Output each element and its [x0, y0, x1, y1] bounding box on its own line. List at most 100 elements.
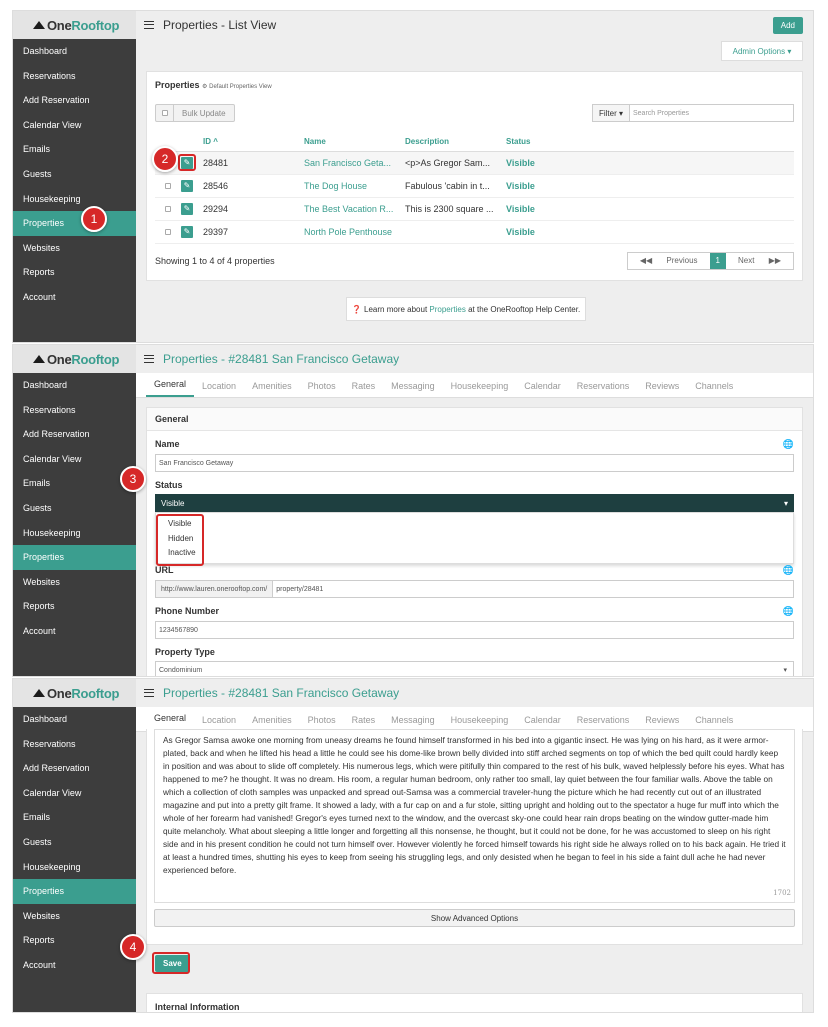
pencil-icon[interactable]: ✎: [181, 202, 193, 215]
property-id: 28481: [203, 151, 304, 175]
property-name-link[interactable]: San Francisco Geta...: [304, 151, 405, 175]
property-name-link[interactable]: The Dog House: [304, 174, 405, 198]
sidebar-item-emails[interactable]: Emails: [13, 137, 136, 162]
logo[interactable]: One Rooftop: [13, 679, 136, 707]
sidebar-item-emails[interactable]: Emails: [13, 805, 136, 830]
sidebar-item-websites[interactable]: Websites: [13, 570, 136, 595]
previous-page-button[interactable]: ◀◀ Previous: [628, 253, 710, 269]
sidebar-item-reservations[interactable]: Reservations: [13, 398, 136, 423]
phone-input[interactable]: 1234567890: [155, 621, 794, 639]
sidebar-item-add-reservation[interactable]: Add Reservation: [13, 88, 136, 113]
showing-count: Showing 1 to 4 of 4 properties: [155, 255, 275, 266]
status-option-visible[interactable]: Visible: [156, 517, 793, 532]
name-input[interactable]: San Francisco Getaway: [155, 454, 794, 472]
tab-general[interactable]: General: [146, 379, 195, 397]
table-row[interactable]: ✎ 28481 San Francisco Geta... <p>As Gregor …: [155, 151, 794, 175]
row-checkbox[interactable]: [165, 228, 171, 235]
tab-messaging[interactable]: Messaging: [383, 381, 443, 397]
select-all-checkbox[interactable]: [161, 110, 168, 116]
property-name-link[interactable]: North Pole Penthouse: [304, 220, 405, 244]
next-page-button[interactable]: Next ▶▶: [726, 253, 793, 269]
page-1-button[interactable]: 1: [709, 252, 726, 269]
tab-channels[interactable]: Channels: [687, 381, 741, 397]
column-header-id[interactable]: ID ^: [203, 133, 304, 152]
sidebar-item-calendar-view[interactable]: Calendar View: [13, 781, 136, 806]
tab-amenities[interactable]: Amenities: [244, 381, 300, 397]
description-textarea[interactable]: As Gregor Samsa awoke one morning from u…: [154, 729, 795, 903]
sidebar-item-reservations[interactable]: Reservations: [13, 732, 136, 757]
sidebar-item-housekeeping[interactable]: Housekeeping: [13, 855, 136, 880]
sidebar-item-properties[interactable]: Properties: [13, 879, 136, 904]
property-edit-screen: One Rooftop Dashboard Reservations Add Rese…: [12, 344, 814, 677]
property-name-link[interactable]: The Best Vacation R...: [304, 197, 405, 221]
pencil-icon[interactable]: ✎: [181, 225, 193, 238]
sidebar-item-housekeeping[interactable]: Housekeeping: [13, 187, 136, 212]
column-header-name[interactable]: Name: [304, 133, 405, 152]
column-header-status[interactable]: Status: [506, 133, 794, 152]
highlight-status-options: [156, 514, 204, 566]
tab-housekeeping[interactable]: Housekeeping: [443, 381, 517, 397]
sidebar-item-calendar-view[interactable]: Calendar View: [13, 113, 136, 138]
sidebar-item-account[interactable]: Account: [13, 953, 136, 978]
row-checkbox[interactable]: [165, 205, 171, 212]
sidebar-item-reports[interactable]: Reports: [13, 260, 136, 285]
highlight-save-button: [152, 952, 190, 974]
status-option-inactive[interactable]: Inactive: [156, 546, 793, 561]
globe-icon[interactable]: 🌐: [783, 606, 794, 617]
sidebar-item-add-reservation[interactable]: Add Reservation: [13, 756, 136, 781]
sidebar-item-dashboard[interactable]: Dashboard: [13, 373, 136, 398]
url-input[interactable]: property/28481: [273, 580, 794, 598]
row-checkbox[interactable]: [165, 182, 171, 189]
sidebar-item-emails[interactable]: Emails: [13, 471, 136, 496]
logo[interactable]: One Rooftop: [13, 345, 136, 373]
table-row[interactable]: ✎ 28546 The Dog House Fabulous 'cabin in t.…: [155, 174, 794, 198]
globe-icon[interactable]: 🌐: [783, 565, 794, 576]
sidebar-item-account[interactable]: Account: [13, 619, 136, 644]
question-circle-icon: ❓: [351, 304, 362, 314]
globe-icon[interactable]: 🌐: [783, 439, 794, 450]
show-advanced-options-button[interactable]: Show Advanced Options: [154, 909, 795, 927]
pencil-icon[interactable]: ✎: [181, 179, 193, 192]
tab-rates[interactable]: Rates: [344, 381, 384, 397]
sidebar-item-add-reservation[interactable]: Add Reservation: [13, 422, 136, 447]
logo[interactable]: One Rooftop: [13, 11, 136, 39]
tab-reviews[interactable]: Reviews: [637, 381, 687, 397]
menu-icon[interactable]: [144, 355, 154, 363]
table-row[interactable]: ✎ 29397 North Pole Penthouse Visible: [155, 220, 794, 244]
search-input[interactable]: Search Properties: [630, 104, 794, 122]
filter-button[interactable]: Filter ▾: [591, 104, 630, 122]
sidebar-item-account[interactable]: Account: [13, 285, 136, 310]
status-select[interactable]: Visible ▾: [155, 494, 794, 512]
sidebar-item-housekeeping[interactable]: Housekeeping: [13, 521, 136, 546]
sidebar-item-dashboard[interactable]: Dashboard: [13, 707, 136, 732]
sidebar-item-websites[interactable]: Websites: [13, 236, 136, 261]
add-button[interactable]: Add: [772, 17, 803, 34]
properties-card: Properties ⚙ Default Properties View Bul…: [146, 71, 803, 281]
sidebar-item-reports[interactable]: Reports: [13, 928, 136, 953]
sidebar-item-properties[interactable]: Properties: [13, 545, 136, 570]
status-option-hidden[interactable]: Hidden: [156, 532, 793, 547]
sidebar-item-calendar-view[interactable]: Calendar View: [13, 447, 136, 472]
tab-location[interactable]: Location: [194, 381, 244, 397]
property-type-select[interactable]: Condominium ▾: [155, 661, 794, 676]
sidebar-item-dashboard[interactable]: Dashboard: [13, 39, 136, 64]
column-header-description[interactable]: Description: [405, 133, 506, 152]
sidebar-item-guests[interactable]: Guests: [13, 496, 136, 521]
sidebar-item-websites[interactable]: Websites: [13, 904, 136, 929]
tab-reservations[interactable]: Reservations: [569, 381, 638, 397]
sidebar-item-guests[interactable]: Guests: [13, 830, 136, 855]
table-row[interactable]: ✎ 29294 The Best Vacation R... This is 2300…: [155, 197, 794, 221]
tab-calendar[interactable]: Calendar: [516, 381, 569, 397]
menu-icon[interactable]: [144, 689, 154, 697]
admin-options-button[interactable]: Admin Options ▾: [721, 41, 803, 61]
bulk-update-button[interactable]: Bulk Update: [155, 104, 235, 122]
sidebar-item-guests[interactable]: Guests: [13, 162, 136, 187]
menu-icon[interactable]: [144, 21, 154, 29]
tab-photos[interactable]: Photos: [300, 381, 344, 397]
page-title: Properties - #28481 San Francisco Getawa…: [163, 686, 400, 700]
sidebar-item-reports[interactable]: Reports: [13, 594, 136, 619]
sidebar: One Rooftop Dashboard Reservations Add Rese…: [13, 11, 136, 342]
help-properties-link[interactable]: Properties: [429, 305, 465, 314]
topbar: Properties - List View: [136, 11, 813, 39]
sidebar-item-reservations[interactable]: Reservations: [13, 64, 136, 89]
